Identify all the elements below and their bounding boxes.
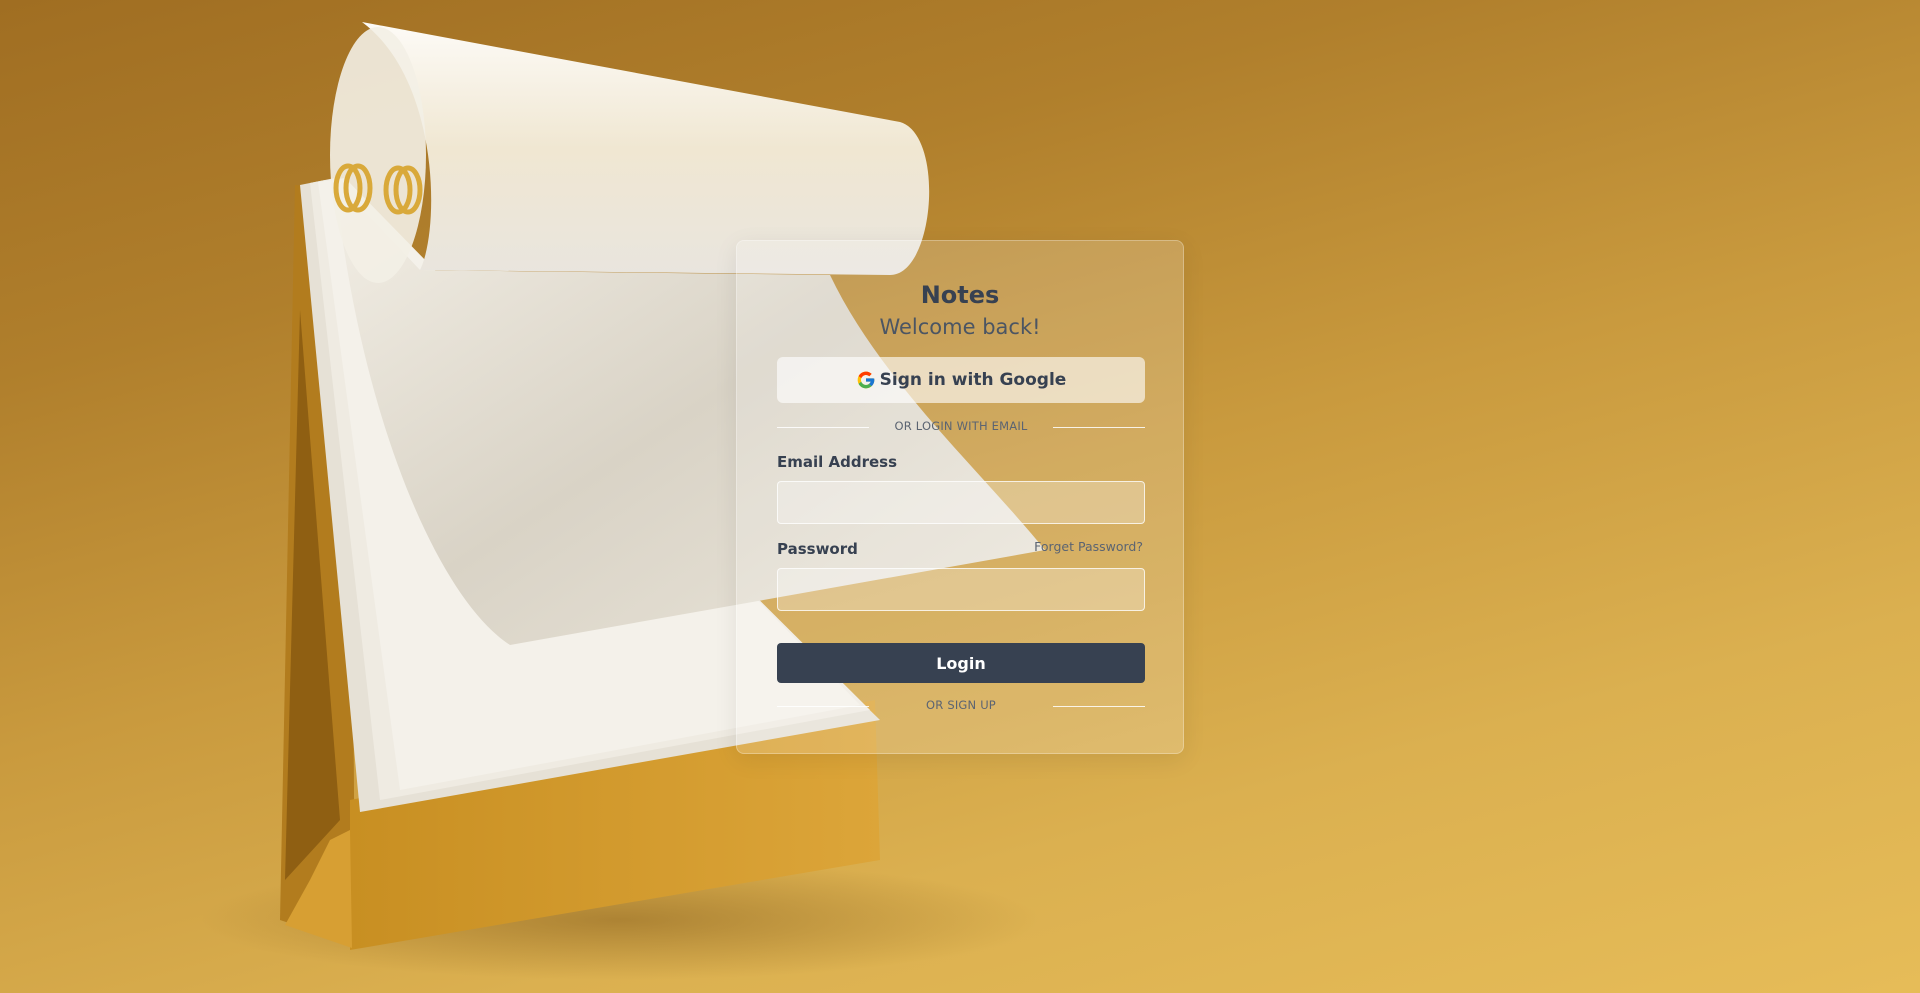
sign-in-with-google-button[interactable]: Sign in with Google: [777, 357, 1145, 403]
google-button-label: Sign in with Google: [879, 370, 1067, 390]
password-field[interactable]: [777, 568, 1145, 611]
login-card: Notes Welcome back! Sign in with Google …: [736, 240, 1184, 754]
welcome-subtitle: Welcome back!: [879, 315, 1041, 339]
login-with-email-divider: OR LOGIN WITH EMAIL: [777, 419, 1145, 435]
login-button[interactable]: Login: [777, 643, 1145, 683]
forgot-password-link[interactable]: Forget Password?: [1034, 539, 1143, 554]
password-label: Password: [777, 540, 858, 558]
app-title: Notes: [920, 281, 1000, 309]
divider-line: [1053, 427, 1145, 428]
google-g-icon: [857, 371, 875, 389]
email-field[interactable]: [777, 481, 1145, 524]
divider-text: OR LOGIN WITH EMAIL: [894, 419, 1028, 433]
email-label: Email Address: [777, 453, 898, 471]
sign-up-divider: OR SIGN UP: [777, 698, 1145, 714]
sign-up-link[interactable]: OR SIGN UP: [777, 698, 1145, 712]
divider-line: [1053, 706, 1145, 707]
